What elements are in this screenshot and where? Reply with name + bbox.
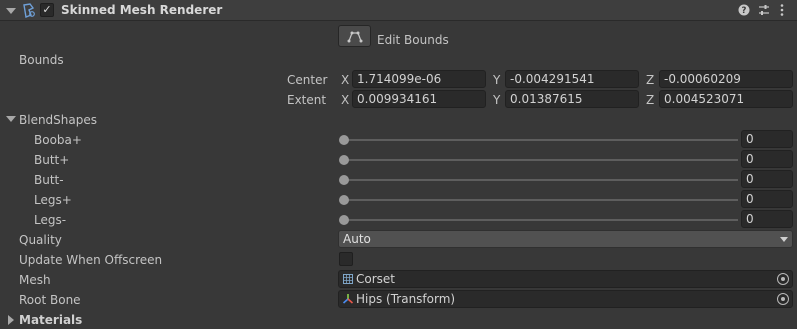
chevron-down-icon (780, 237, 788, 242)
quality-dropdown[interactable]: Auto (338, 230, 793, 248)
center-x-label: X (341, 73, 350, 87)
foldout-arrow-icon[interactable] (6, 8, 16, 14)
blendshape-slider-track[interactable] (344, 219, 738, 221)
blendshape-value-field[interactable]: 0 (741, 210, 793, 228)
blendshape-value-field[interactable]: 0 (741, 150, 793, 168)
extent-label: Extent (287, 93, 327, 107)
blendshape-value-field[interactable]: 0 (741, 170, 793, 188)
blendshape-slider-track[interactable] (344, 159, 738, 161)
extent-x-label: X (341, 93, 350, 107)
mesh-value: Corset (356, 272, 395, 286)
object-picker-icon[interactable] (777, 273, 789, 285)
center-y-label: Y (493, 73, 501, 87)
blendshapes-label[interactable]: BlendShapes (19, 113, 97, 127)
update-when-offscreen-label: Update When Offscreen (19, 253, 163, 267)
blendshape-name: Legs+ (34, 193, 72, 207)
component-enabled-checkbox[interactable]: ✓ (40, 3, 54, 17)
extent-z-label: Z (646, 93, 655, 107)
edit-bounds-button[interactable] (338, 25, 371, 47)
more-vert-icon[interactable] (779, 3, 785, 17)
component-header[interactable]: ✓ Skinned Mesh Renderer ? (0, 0, 797, 21)
svg-text:?: ? (742, 6, 747, 16)
blendshape-slider-track[interactable] (344, 139, 738, 141)
center-x-field[interactable]: 1.714099e-06 (352, 70, 486, 88)
blendshape-value-field[interactable]: 0 (741, 130, 793, 148)
blendshape-name: Booba+ (34, 133, 82, 147)
bounds-edit-icon (347, 31, 363, 43)
blendshape-name: Legs- (34, 213, 67, 227)
transform-axes-icon (342, 294, 354, 304)
blendshape-slider-thumb[interactable] (339, 195, 349, 205)
edit-bounds-label: Edit Bounds (377, 33, 449, 47)
extent-y-field[interactable]: 0.01387615 (505, 90, 639, 108)
mesh-object-field[interactable]: Corset (338, 270, 793, 288)
component-title: Skinned Mesh Renderer (61, 3, 223, 17)
center-label: Center (287, 73, 328, 87)
blendshape-name: Butt+ (34, 153, 70, 167)
extent-y-label: Y (493, 93, 501, 107)
blendshape-value-field[interactable]: 0 (741, 190, 793, 208)
object-picker-icon[interactable] (777, 293, 789, 305)
blendshapes-foldout-icon[interactable] (6, 116, 16, 122)
skinned-mesh-renderer-icon (23, 3, 35, 18)
materials-foldout-icon[interactable] (8, 315, 14, 325)
center-z-label: Z (646, 73, 655, 87)
root-bone-label: Root Bone (19, 293, 81, 307)
extent-z-field[interactable]: 0.004523071 (659, 90, 793, 108)
center-y-field[interactable]: -0.004291541 (505, 70, 639, 88)
bounds-label: Bounds (19, 53, 64, 67)
quality-value: Auto (343, 232, 371, 246)
mesh-label: Mesh (19, 273, 51, 287)
settings-sliders-icon[interactable] (758, 4, 770, 16)
help-icon[interactable]: ? (738, 4, 750, 16)
quality-label: Quality (19, 233, 62, 247)
blendshape-name: Butt- (34, 173, 64, 187)
root-bone-value: Hips (Transform) (356, 292, 456, 306)
blendshape-slider-thumb[interactable] (339, 215, 349, 225)
materials-label[interactable]: Materials (19, 313, 82, 327)
blendshape-slider-track[interactable] (344, 199, 738, 201)
blendshape-slider-thumb[interactable] (339, 135, 349, 145)
blendshape-slider-track[interactable] (344, 179, 738, 181)
blendshape-slider-thumb[interactable] (339, 155, 349, 165)
root-bone-object-field[interactable]: Hips (Transform) (338, 290, 793, 308)
update-when-offscreen-checkbox[interactable] (339, 252, 353, 266)
center-z-field[interactable]: -0.00060209 (659, 70, 793, 88)
blendshape-slider-thumb[interactable] (339, 175, 349, 185)
extent-x-field[interactable]: 0.009934161 (352, 90, 486, 108)
mesh-grid-icon (343, 274, 353, 284)
